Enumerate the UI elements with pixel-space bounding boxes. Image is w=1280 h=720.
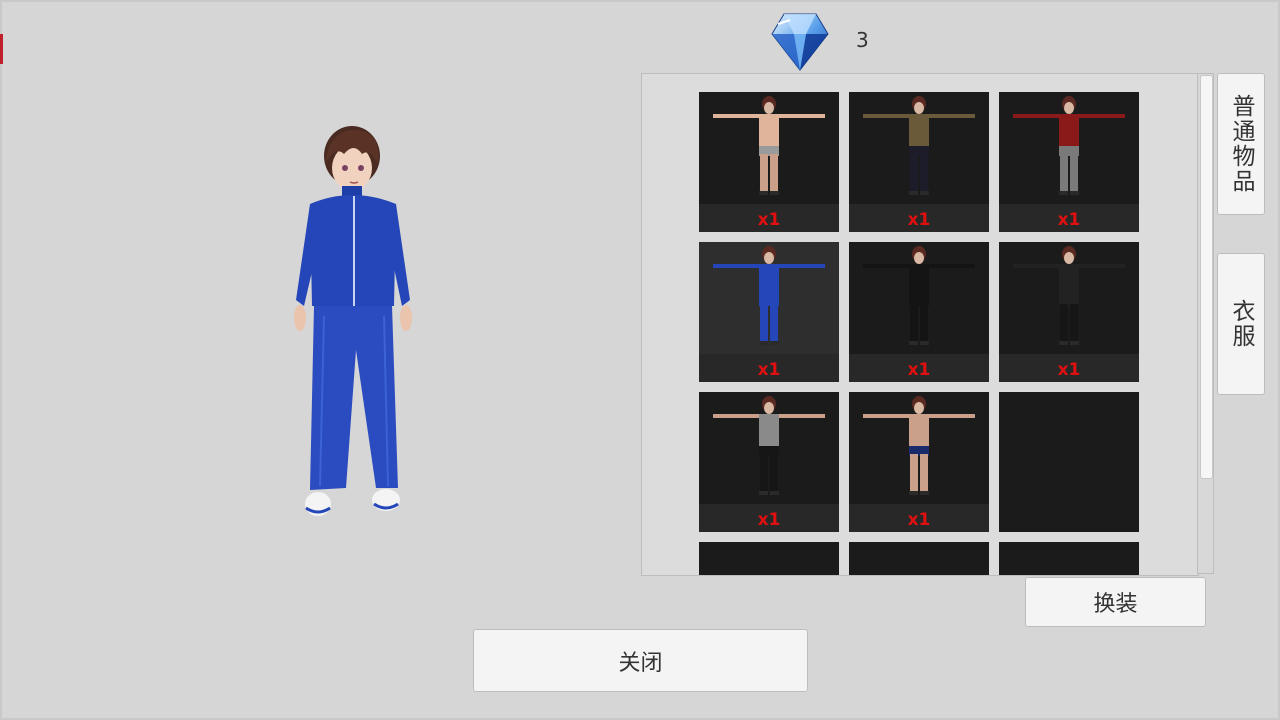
inventory-slot[interactable]: x1: [999, 92, 1139, 232]
outfit-figure: [863, 96, 975, 195]
edge-marker: [0, 34, 3, 64]
tab-normal-items[interactable]: 普通物品: [1217, 73, 1265, 215]
outfit-figure: [1013, 96, 1125, 195]
inventory-slot[interactable]: x1: [849, 92, 989, 232]
slot-count: x1: [757, 360, 781, 380]
inventory-panel: x1 x1 x1 x1 x1 x1 x1 x1: [641, 73, 1199, 576]
inventory-slot-partial[interactable]: [849, 542, 989, 575]
inventory-scrollbar[interactable]: [1197, 73, 1214, 574]
inventory-slot[interactable]: [999, 392, 1139, 532]
tab-clothes-label: 衣服: [1228, 299, 1254, 349]
inventory-slot[interactable]: x1: [849, 242, 989, 382]
slot-count: x1: [1057, 210, 1081, 230]
outfit-figure: [863, 396, 975, 495]
inventory-slot-partial[interactable]: [999, 542, 1139, 575]
tab-clothes[interactable]: 衣服: [1217, 253, 1265, 395]
outfit-figure: [713, 96, 825, 195]
inventory-slot[interactable]: x1: [999, 242, 1139, 382]
character-preview: [294, 126, 412, 516]
outfit-figure: [863, 246, 975, 345]
slot-count: x1: [907, 210, 931, 230]
inventory-slot[interactable]: x1: [699, 92, 839, 232]
tab-normal-items-label: 普通物品: [1228, 94, 1254, 194]
outfit-figure: [713, 396, 825, 495]
inventory-slot[interactable]: x1: [699, 392, 839, 532]
inventory-slot[interactable]: x1: [699, 242, 839, 382]
slot-count: x1: [757, 210, 781, 230]
slot-count: x1: [907, 510, 931, 530]
change-outfit-button[interactable]: 换装: [1025, 577, 1206, 627]
currency-count: 3: [856, 28, 869, 52]
close-button[interactable]: 关闭: [473, 629, 808, 692]
inventory-slot[interactable]: x1: [849, 392, 989, 532]
slot-count: x1: [1057, 360, 1081, 380]
slot-count: x1: [757, 510, 781, 530]
diamond-icon: [771, 13, 829, 71]
outfit-figure: [1013, 246, 1125, 345]
slot-count: x1: [907, 360, 931, 380]
outfit-figure: [713, 246, 825, 345]
inventory-slot-partial[interactable]: [699, 542, 839, 575]
scroll-thumb[interactable]: [1200, 75, 1213, 479]
